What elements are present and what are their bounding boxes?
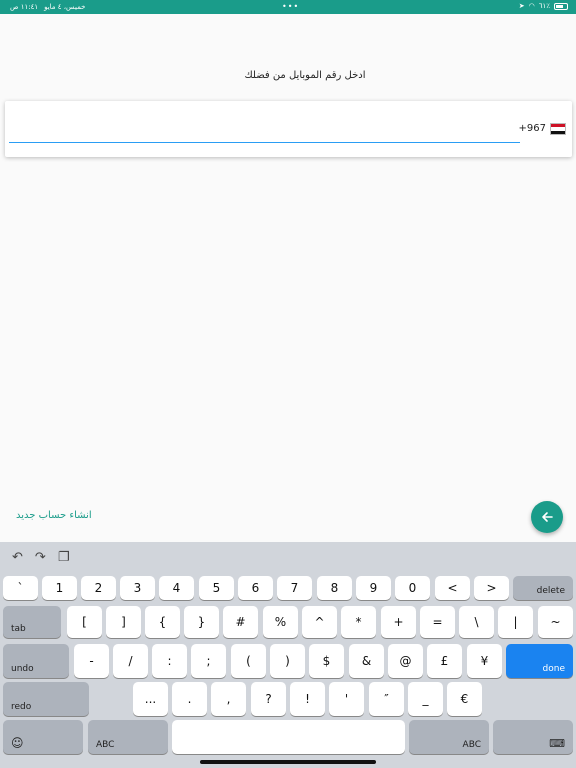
key[interactable]: 5 [199, 576, 234, 600]
undo-key[interactable]: undo [3, 644, 69, 678]
keyboard-toolbar: ↶ ↷ ❐ [12, 550, 69, 565]
key[interactable]: 0 [395, 576, 430, 600]
key[interactable]: + [381, 606, 416, 638]
key[interactable]: @ [388, 644, 423, 678]
abc-key-right[interactable]: ABC [409, 720, 489, 754]
key[interactable]: ~ [538, 606, 573, 638]
key[interactable]: ] [106, 606, 141, 638]
key[interactable]: 6 [238, 576, 273, 600]
key[interactable]: , [211, 682, 246, 716]
key[interactable]: # [223, 606, 258, 638]
key[interactable]: * [341, 606, 376, 638]
key[interactable]: > [474, 576, 509, 600]
create-account-link[interactable]: انشاء حساب جديد [16, 510, 92, 521]
next-button[interactable] [531, 501, 563, 533]
home-indicator[interactable] [200, 760, 376, 764]
phone-input-card: +967 [5, 101, 572, 157]
delete-key[interactable]: delete [513, 576, 573, 600]
hide-keyboard-key[interactable]: ⌨ [493, 720, 573, 754]
tab-key[interactable]: tab [3, 606, 61, 638]
key[interactable]: = [420, 606, 455, 638]
clipboard-icon[interactable]: ❐ [58, 550, 70, 565]
multitask-dots[interactable]: ••• [282, 2, 299, 11]
key[interactable]: £ [427, 644, 462, 678]
key[interactable]: 7 [277, 576, 312, 600]
key[interactable]: \ [459, 606, 494, 638]
key[interactable]: ` [3, 576, 38, 600]
key[interactable]: € [447, 682, 482, 716]
key[interactable]: ″ [369, 682, 404, 716]
key[interactable]: ^ [302, 606, 337, 638]
key[interactable]: ) [270, 644, 305, 678]
battery-icon [554, 2, 568, 10]
key[interactable]: % [263, 606, 298, 638]
key[interactable]: : [152, 644, 187, 678]
key[interactable]: / [113, 644, 148, 678]
key[interactable]: | [498, 606, 533, 638]
key[interactable]: _ [408, 682, 443, 716]
key[interactable]: ? [251, 682, 286, 716]
key[interactable]: . [172, 682, 207, 716]
key[interactable]: 2 [81, 576, 116, 600]
key[interactable]: 1 [42, 576, 77, 600]
key[interactable]: 9 [356, 576, 391, 600]
page-prompt: ادخل رقم الموبايل من فضلك [244, 70, 366, 81]
phone-number-input[interactable] [9, 123, 520, 143]
country-code[interactable]: +967 [519, 123, 546, 134]
key[interactable]: [ [67, 606, 102, 638]
key[interactable]: ¥ [467, 644, 502, 678]
status-time: ١١:٤١ ص [10, 3, 39, 11]
key[interactable]: ( [231, 644, 266, 678]
key[interactable]: 4 [159, 576, 194, 600]
done-key[interactable]: done [506, 644, 573, 678]
key[interactable]: ! [290, 682, 325, 716]
abc-key-left[interactable]: ABC [88, 720, 168, 754]
key[interactable]: < [435, 576, 470, 600]
space-key[interactable] [172, 720, 405, 754]
wifi-icon: ◠ [528, 2, 535, 10]
status-right: ➤ ◠ ٦١٪ [519, 2, 568, 10]
key[interactable]: & [349, 644, 384, 678]
yemen-flag-icon[interactable] [550, 123, 566, 135]
keyboard-hide-icon: ⌨ [549, 737, 565, 750]
redo-icon[interactable]: ↷ [35, 550, 46, 565]
undo-icon[interactable]: ↶ [12, 550, 23, 565]
key[interactable]: 3 [120, 576, 155, 600]
key[interactable]: ; [191, 644, 226, 678]
emoji-key[interactable]: ☺ [3, 720, 83, 754]
status-bar: ١١:٤١ ص خميس، ٤ مايو ••• ➤ ◠ ٦١٪ [0, 0, 576, 14]
key[interactable]: $ [309, 644, 344, 678]
battery-percent: ٦١٪ [538, 2, 550, 10]
redo-key[interactable]: redo [3, 682, 89, 716]
key[interactable]: ' [329, 682, 364, 716]
location-icon: ➤ [518, 2, 525, 10]
status-date: خميس، ٤ مايو [44, 3, 86, 11]
arrow-left-icon [542, 512, 553, 522]
key[interactable]: 8 [317, 576, 352, 600]
keyboard: ↶ ↷ ❐ ` 1 2 3 4 5 6 7 8 9 0 < > delete t… [0, 542, 576, 768]
key[interactable]: { [145, 606, 180, 638]
status-left: ١١:٤١ ص خميس، ٤ مايو [10, 3, 85, 11]
key[interactable]: - [74, 644, 109, 678]
key[interactable]: ... [133, 682, 168, 716]
key[interactable]: } [184, 606, 219, 638]
